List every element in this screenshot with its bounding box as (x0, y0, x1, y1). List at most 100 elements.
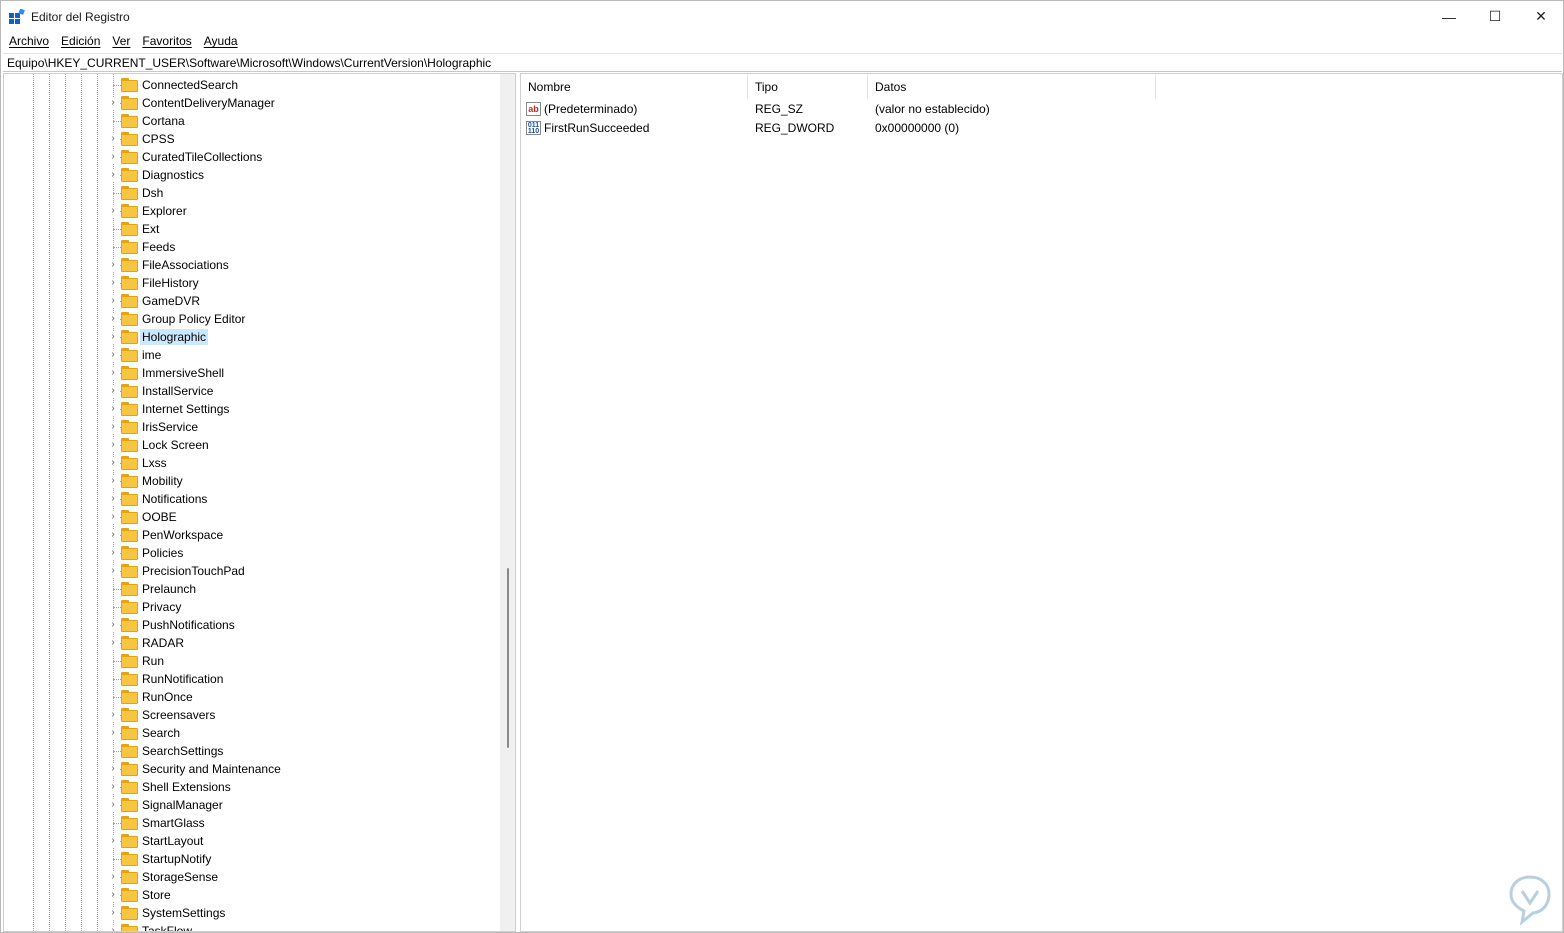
chevron-right-icon[interactable]: › (107, 889, 119, 901)
tree-item[interactable]: RunNotification (4, 670, 499, 688)
key-tree-pane[interactable]: ConnectedSearch › ContentDeliveryManager Co… (3, 73, 516, 932)
column-header-name[interactable]: Nombre (521, 74, 748, 99)
tree-item[interactable]: › Notifications (4, 490, 499, 508)
value-row[interactable]: 011 110 FirstRunSucceeded REG_DWORD 0x00… (521, 118, 1562, 137)
tree-item[interactable]: › ime (4, 346, 499, 364)
tree-item[interactable]: › StorageSense (4, 868, 499, 886)
tree-item[interactable]: › OOBE (4, 508, 499, 526)
address-bar[interactable]: Equipo\HKEY_CURRENT_USER\Software\Micros… (3, 53, 1562, 72)
chevron-right-icon[interactable]: › (107, 349, 119, 361)
tree-item[interactable]: › ImmersiveShell (4, 364, 499, 382)
tree-item[interactable]: StartupNotify (4, 850, 499, 868)
tree-item[interactable]: › StartLayout (4, 832, 499, 850)
tree-item[interactable]: RunOnce (4, 688, 499, 706)
chevron-right-icon[interactable]: › (107, 331, 119, 343)
menu-archivo[interactable]: Archivo (3, 32, 55, 52)
chevron-right-icon[interactable]: › (107, 475, 119, 487)
tree-item[interactable]: › Policies (4, 544, 499, 562)
chevron-right-icon[interactable]: › (107, 781, 119, 793)
tree-item[interactable]: › Internet Settings (4, 400, 499, 418)
tree-item[interactable]: › SystemSettings (4, 904, 499, 922)
chevron-right-icon[interactable]: › (107, 367, 119, 379)
tree-item[interactable]: › Security and Maintenance (4, 760, 499, 778)
tree-item[interactable]: › TaskFlow (4, 922, 499, 931)
values-pane[interactable]: Nombre Tipo Datos ab (Predeterminado) RE… (520, 73, 1563, 932)
chevron-right-icon[interactable]: › (107, 511, 119, 523)
chevron-right-icon[interactable]: › (107, 871, 119, 883)
chevron-right-icon[interactable]: › (107, 763, 119, 775)
chevron-right-icon[interactable]: › (107, 457, 119, 469)
tree-item[interactable]: › PrecisionTouchPad (4, 562, 499, 580)
tree-item[interactable]: › PenWorkspace (4, 526, 499, 544)
chevron-right-icon[interactable]: › (107, 529, 119, 541)
tree-item[interactable]: › Explorer (4, 202, 499, 220)
tree-item[interactable]: › Diagnostics (4, 166, 499, 184)
chevron-right-icon[interactable]: › (107, 295, 119, 307)
menu-ver[interactable]: Ver (106, 32, 136, 52)
tree-item[interactable]: › Mobility (4, 472, 499, 490)
tree-item[interactable]: › Group Policy Editor (4, 310, 499, 328)
tree-item[interactable]: › Store (4, 886, 499, 904)
tree-scrollbar-thumb[interactable] (507, 568, 509, 748)
column-header-type[interactable]: Tipo (748, 74, 868, 99)
chevron-right-icon[interactable]: › (107, 709, 119, 721)
tree-item[interactable]: › InstallService (4, 382, 499, 400)
menu-edicion[interactable]: Edición (55, 32, 106, 52)
chevron-right-icon[interactable]: › (107, 637, 119, 649)
tree-item[interactable]: › ContentDeliveryManager (4, 94, 499, 112)
maximize-button[interactable]: ☐ (1472, 1, 1518, 32)
minimize-button[interactable]: — (1426, 1, 1472, 32)
chevron-right-icon[interactable]: › (107, 169, 119, 181)
tree-item[interactable]: Prelaunch (4, 580, 499, 598)
chevron-right-icon[interactable]: › (107, 97, 119, 109)
chevron-right-icon[interactable]: › (107, 151, 119, 163)
tree-item[interactable]: › Screensavers (4, 706, 499, 724)
tree-item[interactable]: › Lxss (4, 454, 499, 472)
tree-item[interactable]: › GameDVR (4, 292, 499, 310)
tree-item[interactable]: › Shell Extensions (4, 778, 499, 796)
chevron-right-icon[interactable]: › (107, 133, 119, 145)
chevron-right-icon[interactable]: › (107, 403, 119, 415)
tree-item[interactable]: Cortana (4, 112, 499, 130)
tree-item[interactable]: › Lock Screen (4, 436, 499, 454)
chevron-right-icon[interactable]: › (107, 925, 119, 931)
tree-item[interactable]: › SignalManager (4, 796, 499, 814)
tree-item[interactable]: Ext (4, 220, 499, 238)
tree-item[interactable]: › Search (4, 724, 499, 742)
chevron-right-icon[interactable]: › (107, 205, 119, 217)
tree-item[interactable]: Feeds (4, 238, 499, 256)
value-row[interactable]: ab (Predeterminado) REG_SZ (valor no est… (521, 99, 1562, 118)
tree-item[interactable]: › IrisService (4, 418, 499, 436)
chevron-right-icon[interactable]: › (107, 835, 119, 847)
chevron-right-icon[interactable]: › (107, 259, 119, 271)
chevron-right-icon[interactable]: › (107, 439, 119, 451)
tree-item[interactable]: SearchSettings (4, 742, 499, 760)
menu-ayuda[interactable]: Ayuda (198, 32, 244, 52)
chevron-right-icon[interactable]: › (107, 385, 119, 397)
tree-item[interactable]: › CPSS (4, 130, 499, 148)
chevron-right-icon[interactable]: › (107, 907, 119, 919)
tree-item[interactable]: › FileHistory (4, 274, 499, 292)
chevron-right-icon[interactable]: › (107, 799, 119, 811)
chevron-right-icon[interactable]: › (107, 313, 119, 325)
chevron-right-icon[interactable]: › (107, 565, 119, 577)
tree-item[interactable]: › CuratedTileCollections (4, 148, 499, 166)
tree-item[interactable]: Privacy (4, 598, 499, 616)
chevron-right-icon[interactable]: › (107, 277, 119, 289)
tree-item[interactable]: Dsh (4, 184, 499, 202)
tree-item[interactable]: › PushNotifications (4, 616, 499, 634)
column-header-data[interactable]: Datos (868, 74, 1156, 99)
tree-scrollbar[interactable] (500, 74, 515, 931)
tree-item[interactable]: ConnectedSearch (4, 76, 499, 94)
tree-item[interactable]: › RADAR (4, 634, 499, 652)
tree-item[interactable]: › FileAssociations (4, 256, 499, 274)
chevron-right-icon[interactable]: › (107, 547, 119, 559)
chevron-right-icon[interactable]: › (107, 421, 119, 433)
chevron-right-icon[interactable]: › (107, 493, 119, 505)
tree-item[interactable]: SmartGlass (4, 814, 499, 832)
tree-item[interactable]: › Holographic (4, 328, 499, 346)
tree-item[interactable]: Run (4, 652, 499, 670)
close-button[interactable]: ✕ (1518, 1, 1564, 32)
menu-favoritos[interactable]: Favoritos (136, 32, 197, 52)
chevron-right-icon[interactable]: › (107, 619, 119, 631)
